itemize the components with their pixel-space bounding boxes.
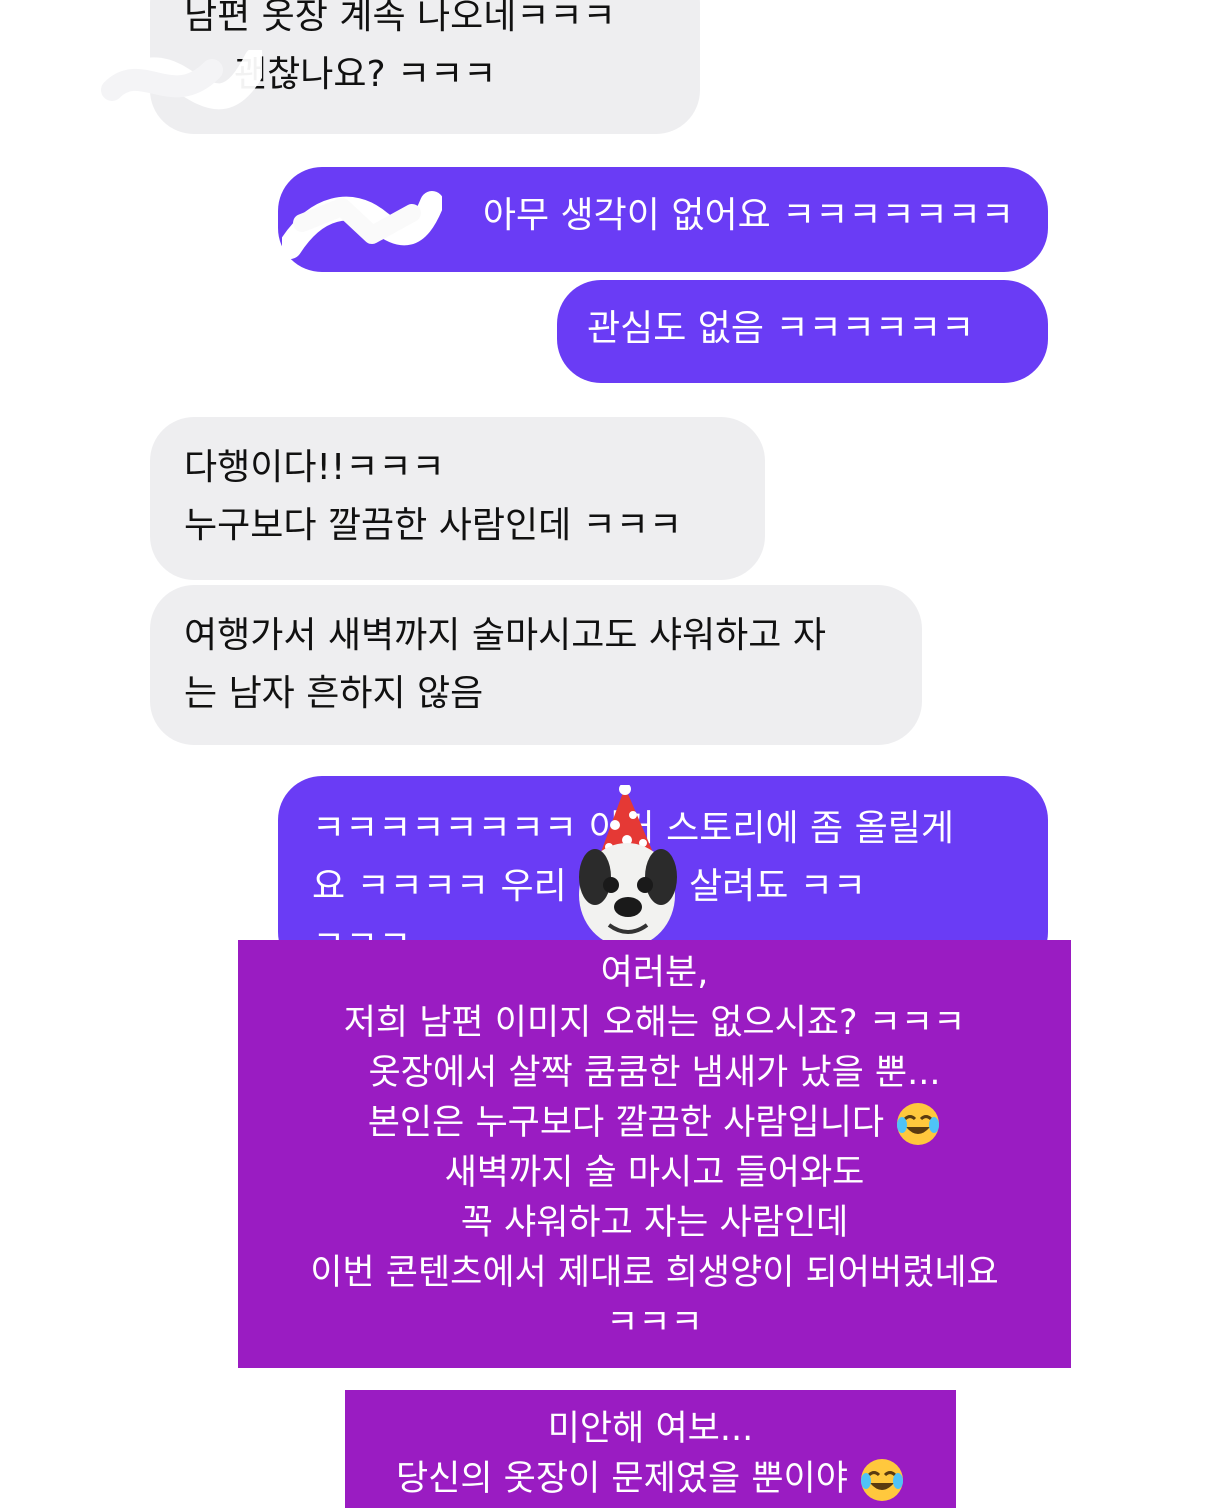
message-bubble-received: 다행이다!!ㅋㅋㅋ 누구보다 깔끔한 사람인데 ㅋㅋㅋ xyxy=(150,417,765,580)
redaction-scribble xyxy=(282,191,442,259)
caption-line-with-emoji: 당신의 옷장이 문제였을 뿐이야 xyxy=(345,1454,956,1504)
caption-text: 옷장에서 살짝 쿰쿰한 냄새가 났을 뿐... xyxy=(368,1053,941,1093)
face-with-tears-of-joy-icon xyxy=(861,1459,904,1501)
redaction-scribble xyxy=(92,50,262,130)
caption-text: 미안해 여보... xyxy=(547,1409,754,1449)
caption-text: 꼭 샤워하고 자는 사람인데 xyxy=(460,1203,849,1243)
caption-text: 이번 콘텐츠에서 제대로 희생양이 되어버렸네요 xyxy=(310,1253,999,1293)
message-bubble-received: 여행가서 새벽까지 술마시고도 샤워하고 자 는 남자 흔하지 않음 xyxy=(150,585,922,745)
message-text: 는 남자 흔하지 않음 xyxy=(184,673,484,714)
story-caption-box: 여러분, 저희 남편 이미지 오해는 없으시죠? ㅋㅋㅋ 옷장에서 살짝 쿰쿰한… xyxy=(238,940,1071,1368)
caption-line-with-emoji: 본인은 누구보다 깔끔한 사람입니다 xyxy=(238,1098,1071,1148)
message-text: 남편 옷장 계속 나오네ㅋㅋㅋ xyxy=(184,0,616,37)
caption-text: 본인은 누구보다 깔끔한 사람입니다 xyxy=(367,1103,885,1143)
message-bubble-sent: 관심도 없음 ㅋㅋㅋㅋㅋㅋ xyxy=(557,280,1048,383)
story-caption-box: 미안해 여보... 당신의 옷장이 문제였을 뿐이야 xyxy=(345,1390,956,1508)
message-text: 관심도 없음 ㅋㅋㅋㅋㅋㅋ xyxy=(587,308,975,349)
message-text: 여행가서 새벽까지 술마시고도 샤워하고 자 xyxy=(184,615,826,656)
message-text: 누구보다 깔끔한 사람인데 ㅋㅋㅋ xyxy=(184,505,683,546)
party-dog-sticker xyxy=(579,785,677,947)
caption-text: ㅋㅋㅋ xyxy=(606,1303,703,1343)
caption-text: 당신의 옷장이 문제였을 뿐이야 xyxy=(395,1459,848,1499)
caption-text: 여러분, xyxy=(600,953,709,993)
message-text: 다행이다!!ㅋㅋㅋ xyxy=(184,447,445,488)
caption-text: 새벽까지 술 마시고 들어와도 xyxy=(444,1153,865,1193)
caption-text: 저희 남편 이미지 오해는 없으시죠? ㅋㅋㅋ xyxy=(343,1003,966,1043)
face-with-tears-of-joy-icon xyxy=(897,1103,940,1145)
